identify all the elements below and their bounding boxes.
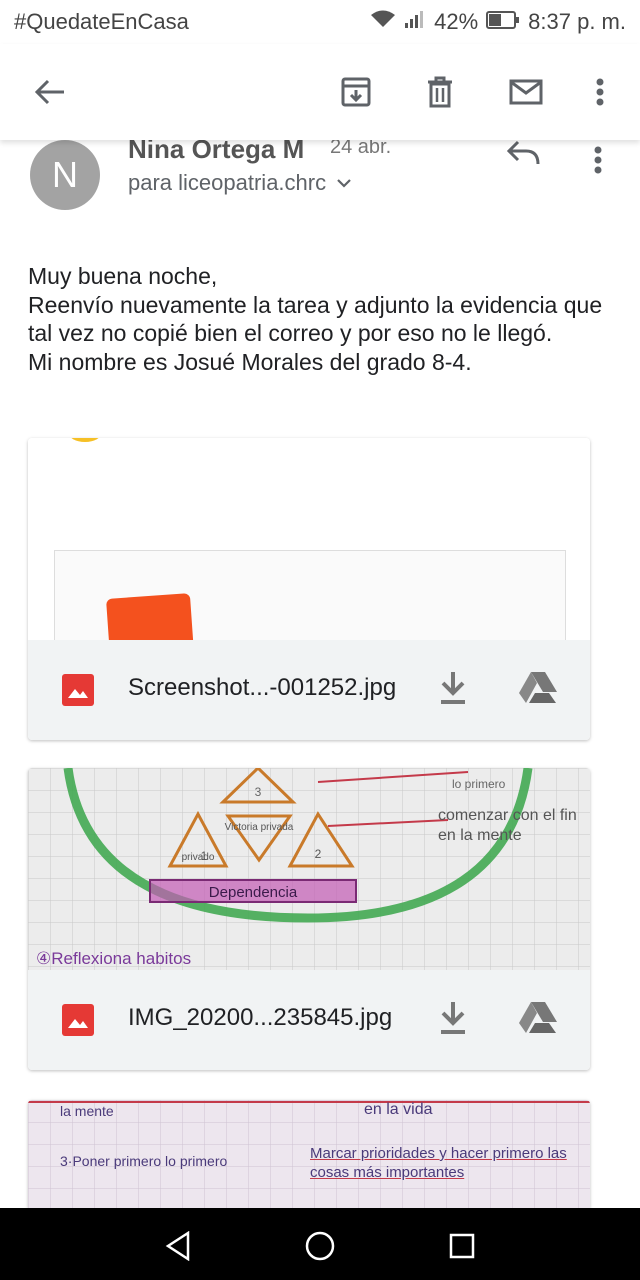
- message-body: Muy buena noche, Reenvío nuevamente la t…: [28, 262, 618, 376]
- diagram-label: 3: [255, 785, 262, 799]
- message-more-button[interactable]: [580, 140, 620, 184]
- recipient-details[interactable]: para liceopatria.chrc: [128, 170, 352, 196]
- navigation-bar: [0, 1208, 640, 1280]
- body-line: Reenvío nuevamente la tarea y adjunto la…: [28, 291, 603, 347]
- drive-icon: [519, 1002, 557, 1033]
- chevron-down-icon: [337, 179, 351, 188]
- notes-block: Marcar prioridades y hacer primero las c…: [310, 1145, 567, 1181]
- handwritten-notes: la mente en la vida 3·Poner primero lo p…: [28, 1100, 590, 1208]
- image-file-icon: [62, 674, 94, 706]
- wifi-icon: [370, 9, 396, 35]
- delete-button[interactable]: [416, 68, 464, 116]
- diagram-label: lo primero: [452, 777, 506, 791]
- attachment-preview[interactable]: la mente en la vida 3·Poner primero lo p…: [28, 1100, 590, 1208]
- body-line: Muy buena noche,: [28, 263, 218, 289]
- archive-icon: [341, 77, 371, 107]
- status-time: 8:37 p. m.: [528, 9, 626, 34]
- nav-back-button[interactable]: [158, 1226, 198, 1266]
- preview-shape: [68, 438, 102, 442]
- diagram-label: Dependencia: [209, 884, 298, 901]
- attachment-bar: Screenshot...-001252.jpg: [28, 640, 590, 740]
- status-right: 42% 8:37 p. m.: [370, 9, 626, 35]
- diagram-note: comenzar con el fin en la mente: [438, 807, 577, 844]
- attachment-card[interactable]: Screenshot...-001252.jpg: [28, 438, 590, 740]
- battery-icon: [486, 9, 520, 35]
- notes-text: la mente: [60, 1103, 114, 1119]
- square-recents-icon: [449, 1233, 475, 1259]
- recipient-label: para liceopatria.chrc: [128, 170, 327, 195]
- battery-percent: 42%: [434, 9, 479, 34]
- more-vert-icon: [596, 78, 604, 106]
- download-button[interactable]: [438, 1000, 474, 1040]
- status-hashtag: #QuedateEnCasa: [14, 9, 189, 34]
- triangle-back-icon: [165, 1231, 190, 1261]
- nav-home-button[interactable]: [300, 1226, 340, 1266]
- trash-icon: [428, 76, 452, 108]
- notes-text: 3·Poner primero lo primero: [60, 1153, 227, 1169]
- attachment-filename: IMG_20200...235845.jpg: [128, 1004, 393, 1031]
- signal-icon: [404, 9, 426, 35]
- arrow-left-icon: [34, 79, 64, 105]
- download-icon: [441, 672, 465, 704]
- attachment-card[interactable]: la mente en la vida 3·Poner primero lo p…: [28, 1100, 590, 1208]
- mail-icon: [509, 79, 543, 105]
- save-to-drive-button[interactable]: [518, 670, 562, 710]
- app-bar: [0, 44, 640, 140]
- diagram-label: 1: [201, 849, 208, 863]
- archive-button[interactable]: [332, 68, 380, 116]
- back-button[interactable]: [26, 68, 74, 116]
- diagram-label: Victoria privada: [225, 822, 294, 833]
- attachment-card[interactable]: 3 Victoria privada privado 1 2 Dependenc…: [28, 768, 590, 1070]
- attachment-preview[interactable]: 3 Victoria privada privado 1 2 Dependenc…: [28, 768, 590, 970]
- reply-button[interactable]: [506, 140, 550, 184]
- attachment-filename: Screenshot...-001252.jpg: [128, 674, 397, 701]
- download-icon: [441, 1002, 465, 1034]
- mark-unread-button[interactable]: [502, 68, 550, 116]
- nav-recents-button[interactable]: [442, 1226, 482, 1266]
- status-bar: #QuedateEnCasa 42% 8:37 p. m.: [0, 0, 640, 44]
- diagram-label: 2: [315, 847, 322, 861]
- diagram-note-text: comenzar con el fin en la mente: [438, 807, 577, 844]
- download-button[interactable]: [438, 670, 474, 710]
- diagram-label: ④Reflexiona habitos: [36, 949, 191, 968]
- body-line: Mi nombre es Josué Morales del grado 8-4…: [28, 348, 472, 375]
- more-options-button[interactable]: [576, 68, 624, 116]
- attachment-preview[interactable]: [28, 438, 590, 640]
- avatar[interactable]: N: [30, 140, 100, 210]
- attachment-bar: IMG_20200...235845.jpg: [28, 970, 590, 1070]
- image-file-icon: [62, 1004, 94, 1036]
- diagram-label: privado: [182, 852, 215, 863]
- drive-icon: [519, 672, 557, 703]
- save-to-drive-button[interactable]: [518, 1000, 562, 1040]
- preview-app-icon: [106, 593, 194, 640]
- reply-icon: [506, 140, 540, 165]
- handwritten-diagram: 3 Victoria privada privado 1 2 Dependenc…: [28, 768, 590, 970]
- circle-home-icon: [305, 1231, 335, 1261]
- notes-text: Marcar prioridades y hacer primero las c…: [310, 1145, 567, 1181]
- notes-text: en la vida: [364, 1101, 433, 1118]
- more-vert-icon: [594, 146, 602, 174]
